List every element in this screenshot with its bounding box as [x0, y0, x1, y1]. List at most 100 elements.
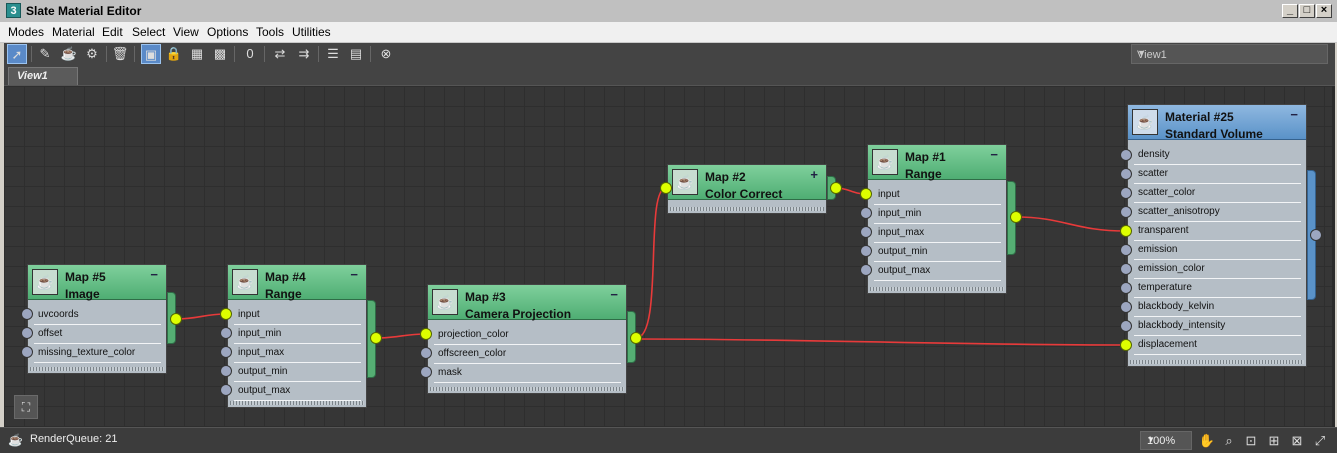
slot-output-min: output_min — [874, 243, 1001, 262]
lock-icon[interactable]: 🔒 — [164, 44, 184, 64]
socket-map2-input[interactable] — [660, 182, 672, 194]
layout-icon[interactable]: ⇄ — [270, 44, 290, 64]
node-map2[interactable]: ☕ Map #2 Color Correct + — [667, 164, 827, 214]
socket-scatter-anisotropy[interactable] — [1120, 206, 1132, 218]
wire-map3-mat25[interactable] — [635, 338, 1127, 346]
socket-offscreen-color[interactable] — [420, 347, 432, 359]
socket-transparent[interactable] — [1120, 225, 1132, 237]
socket-output-max[interactable] — [860, 264, 872, 276]
minimize-button[interactable]: _ — [1282, 4, 1298, 18]
socket-emission-color[interactable] — [1120, 263, 1132, 275]
socket-input[interactable] — [220, 308, 232, 320]
select-by-material-icon[interactable]: ⊗ — [376, 44, 396, 64]
tab-view1[interactable]: View1 — [8, 67, 78, 85]
socket-input-min[interactable] — [860, 207, 872, 219]
socket-mask[interactable] — [420, 366, 432, 378]
menu-view[interactable]: View — [173, 25, 199, 39]
wire-map3-map2[interactable] — [635, 187, 667, 339]
socket-scatter[interactable] — [1120, 168, 1132, 180]
node-map5[interactable]: ☕ Map #5 Image − uvcoords offset missing_… — [27, 264, 167, 374]
show-map-icon[interactable]: 0 — [240, 44, 260, 64]
node-map4[interactable]: ☕ Map #4 Range − input input_min input_ma… — [227, 264, 367, 408]
collapse-icon[interactable]: − — [1290, 107, 1298, 122]
wire-map1-mat25[interactable] — [1015, 216, 1127, 232]
vertical-scrollbar[interactable] — [1332, 86, 1335, 428]
collapse-icon[interactable]: − — [150, 267, 158, 282]
socket-missing-texture-color[interactable] — [21, 346, 33, 358]
menu-modes[interactable]: Modes — [8, 25, 44, 39]
socket-input-max[interactable] — [860, 226, 872, 238]
socket-projection-color[interactable] — [420, 328, 432, 340]
collapse-icon[interactable]: − — [990, 147, 998, 162]
socket-map5-output[interactable] — [170, 313, 182, 325]
delete-icon[interactable]: 🗑 — [110, 44, 130, 64]
node-map1[interactable]: ☕ Map #1 Range − input input_min input_ma… — [867, 144, 1007, 294]
material-map-browser-icon[interactable]: ☰ — [323, 44, 343, 64]
assign-material-icon[interactable]: ☕ — [59, 44, 79, 64]
menu-utilities[interactable]: Utilities — [292, 25, 331, 39]
node-footer — [1130, 360, 1304, 364]
socket-blackbody-intensity[interactable] — [1120, 320, 1132, 332]
socket-map2-output[interactable] — [830, 182, 842, 194]
socket-density[interactable] — [1120, 149, 1132, 161]
node-header[interactable]: ☕ Map #3 Camera Projection − — [428, 285, 626, 321]
menu-tools[interactable]: Tools — [256, 25, 284, 39]
socket-output-min[interactable] — [860, 245, 872, 257]
menu-select[interactable]: Select — [132, 25, 165, 39]
menu-options[interactable]: Options — [207, 25, 248, 39]
socket-input[interactable] — [860, 188, 872, 200]
socket-map3-output[interactable] — [630, 332, 642, 344]
socket-offset[interactable] — [21, 327, 33, 339]
collapse-icon[interactable]: − — [610, 287, 618, 302]
socket-temperature[interactable] — [1120, 282, 1132, 294]
view-dropdown[interactable]: View1 ▼ — [1131, 44, 1328, 64]
node-header[interactable]: ☕ Map #4 Range − — [228, 265, 366, 301]
node-header[interactable]: ☕ Map #2 Color Correct + — [668, 165, 826, 201]
wire-map4-map3[interactable] — [375, 333, 427, 339]
node-view-canvas[interactable]: ☕ Map #5 Image − uvcoords offset missing_… — [4, 85, 1335, 428]
zoom-dropdown[interactable]: 100% ▼ — [1140, 431, 1192, 450]
node-header[interactable]: ☕ Map #1 Range − — [868, 145, 1006, 181]
socket-displacement[interactable] — [1120, 339, 1132, 351]
node-footer — [430, 387, 624, 391]
socket-map1-output[interactable] — [1010, 211, 1022, 223]
node-material25[interactable]: ☕ Material #25 Standard Volume − density … — [1127, 104, 1307, 367]
layout-all-icon[interactable]: ▦ — [187, 44, 207, 64]
zoom-icon[interactable]: ⌕ — [1219, 431, 1239, 450]
layout-children-icon[interactable]: ⇉ — [294, 44, 314, 64]
socket-scatter-color[interactable] — [1120, 187, 1132, 199]
collapse-icon[interactable]: − — [350, 267, 358, 282]
slot-transparent: transparent — [1134, 222, 1301, 241]
socket-uvcoords[interactable] — [21, 308, 33, 320]
socket-blackbody-kelvin[interactable] — [1120, 301, 1132, 313]
pan-hand-icon[interactable]: ✋ — [1197, 431, 1217, 450]
checker-background-icon[interactable]: ▩ — [210, 44, 230, 64]
socket-map4-output[interactable] — [370, 332, 382, 344]
socket-emission[interactable] — [1120, 244, 1132, 256]
close-button[interactable]: × — [1316, 4, 1332, 18]
move-children-icon[interactable]: ▣ — [141, 44, 161, 64]
menu-edit[interactable]: Edit — [102, 25, 123, 39]
node-header[interactable]: ☕ Map #5 Image − — [28, 265, 166, 301]
socket-output-min[interactable] — [220, 365, 232, 377]
socket-input-min[interactable] — [220, 327, 232, 339]
zoom-extents-icon[interactable]: ⊞ — [1264, 431, 1284, 450]
pick-object-icon[interactable]: ⚙ — [82, 44, 102, 64]
wire-map5-map4[interactable] — [175, 313, 227, 320]
select-arrow-icon[interactable]: ➚ — [7, 44, 27, 64]
zoom-extents-selected-icon[interactable]: ⊠ — [1287, 431, 1307, 450]
binoculars-icon[interactable]: ⛶ — [14, 395, 38, 419]
eyedropper-icon[interactable]: ✎ — [35, 44, 55, 64]
socket-material-output[interactable] — [1310, 229, 1322, 241]
node-header[interactable]: ☕ Material #25 Standard Volume − — [1128, 105, 1306, 141]
expand-icon[interactable]: + — [810, 167, 818, 182]
slot-emission-color: emission_color — [1134, 260, 1301, 279]
parameter-editor-icon[interactable]: ▤ — [346, 44, 366, 64]
maximize-icon[interactable]: ⤢ — [1310, 431, 1330, 450]
socket-input-max[interactable] — [220, 346, 232, 358]
maximize-button[interactable]: □ — [1299, 4, 1315, 18]
socket-output-max[interactable] — [220, 384, 232, 396]
zoom-region-icon[interactable]: ⊡ — [1241, 431, 1261, 450]
menu-material[interactable]: Material — [52, 25, 95, 39]
node-map3[interactable]: ☕ Map #3 Camera Projection − projection_c… — [427, 284, 627, 394]
